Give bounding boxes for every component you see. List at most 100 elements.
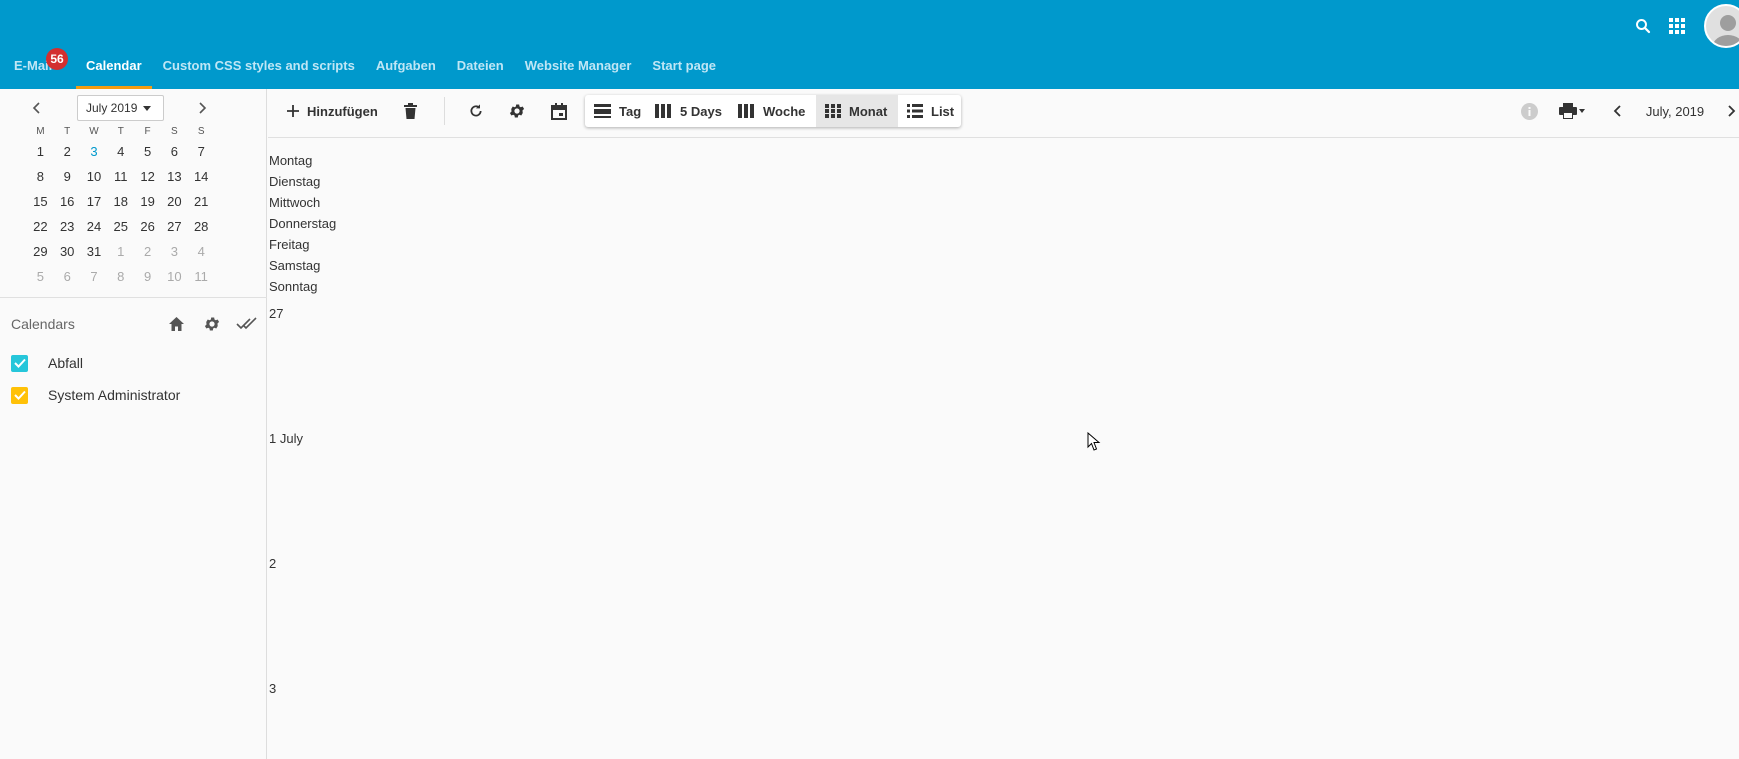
mini-day-other-month[interactable]: 9 (134, 269, 161, 284)
delete-button[interactable] (404, 96, 417, 126)
month-day-number[interactable]: 1 July (269, 431, 303, 446)
mini-day[interactable]: 7 (188, 144, 215, 159)
mini-day[interactable]: 29 (27, 244, 54, 259)
tab-start-page-label: Start page (652, 58, 716, 73)
tab-custom-css[interactable]: Custom CSS styles and scripts (163, 52, 355, 89)
tab-website-manager[interactable]: Website Manager (525, 52, 632, 89)
mini-day[interactable]: 10 (81, 169, 108, 184)
mini-week-row: 15 16 17 18 19 20 21 (27, 189, 215, 214)
home-icon[interactable] (159, 313, 194, 335)
toolbar-right: July, 2019 (1519, 96, 1739, 126)
view-5days-button[interactable]: 5 Days (646, 95, 729, 127)
mini-day-other-month[interactable]: 6 (54, 269, 81, 284)
mini-day[interactable]: 30 (54, 244, 81, 259)
mini-day-other-month[interactable]: 3 (161, 244, 188, 259)
mini-day-other-month[interactable]: 4 (188, 244, 215, 259)
mini-next-month-icon[interactable] (191, 97, 213, 119)
gear-icon[interactable] (194, 313, 229, 335)
mini-day-other-month[interactable]: 11 (188, 269, 215, 284)
month-view-icon (825, 104, 841, 118)
checkbox-checked-icon[interactable] (11, 386, 28, 404)
month-day-number[interactable]: 3 (269, 681, 276, 696)
mini-day[interactable]: 26 (134, 219, 161, 234)
mini-month-select[interactable]: July 2019 (77, 95, 164, 121)
info-icon[interactable] (1519, 96, 1539, 126)
tab-dateien[interactable]: Dateien (457, 52, 504, 89)
view-week-button[interactable]: Woche (729, 95, 816, 127)
view-day-button[interactable]: Tag (585, 95, 646, 127)
sidebar: July 2019 M T W T F S S 1 2 3 4 5 6 7 8 … (0, 89, 267, 759)
weekday-name: Samstag (269, 258, 321, 273)
refresh-button[interactable] (468, 96, 484, 126)
settings-button[interactable] (508, 96, 526, 126)
calendars-heading: Calendars (11, 316, 75, 332)
add-event-button[interactable]: Hinzufügen (287, 96, 378, 126)
mini-day[interactable]: 17 (81, 194, 108, 209)
tab-aufgaben-label: Aufgaben (375, 58, 436, 73)
prev-period-icon[interactable] (1607, 96, 1627, 126)
mini-day[interactable]: 13 (161, 169, 188, 184)
user-avatar[interactable] (1704, 4, 1739, 48)
mini-day[interactable]: 24 (81, 219, 108, 234)
calendar-item-system-administrator[interactable]: System Administrator (11, 384, 180, 406)
month-view: Montag Dienstag Mittwoch Donnerstag Frei… (269, 150, 1739, 297)
mini-prev-month-icon[interactable] (26, 97, 48, 119)
mini-calendar-nav: July 2019 (0, 93, 267, 121)
mini-day-other-month[interactable]: 8 (107, 269, 134, 284)
mini-day[interactable]: 16 (54, 194, 81, 209)
tab-calendar[interactable]: Calendar (76, 52, 152, 89)
day-view-icon (594, 104, 611, 118)
tab-aufgaben[interactable]: Aufgaben (376, 52, 436, 89)
mini-day[interactable]: 19 (134, 194, 161, 209)
next-period-icon[interactable] (1723, 96, 1739, 126)
apps-grid-icon[interactable] (1660, 9, 1694, 43)
mini-day[interactable]: 9 (54, 169, 81, 184)
mini-day-other-month[interactable]: 1 (107, 244, 134, 259)
mini-day[interactable]: 8 (27, 169, 54, 184)
mini-day[interactable]: 28 (188, 219, 215, 234)
mini-day[interactable]: 5 (134, 144, 161, 159)
mini-day[interactable]: 15 (27, 194, 54, 209)
view-month-button[interactable]: Monat (816, 95, 898, 127)
print-button[interactable] (1555, 96, 1591, 126)
mini-day[interactable]: 14 (188, 169, 215, 184)
mini-day[interactable]: 27 (161, 219, 188, 234)
tab-start-page[interactable]: Start page (652, 52, 716, 89)
top-bar: E-Mail 56 Calendar Custom CSS styles and… (0, 0, 1739, 89)
mini-day[interactable]: 23 (54, 219, 81, 234)
tab-email[interactable]: E-Mail 56 (14, 48, 76, 89)
mini-day-other-month[interactable]: 2 (134, 244, 161, 259)
month-day-number[interactable]: 27 (269, 306, 283, 321)
search-icon[interactable] (1626, 9, 1660, 43)
view-switcher: Tag 5 Days Woche Monat List (585, 95, 961, 127)
month-day-number[interactable]: 2 (269, 556, 276, 571)
mini-day[interactable]: 6 (161, 144, 188, 159)
calendar-item-label: System Administrator (48, 387, 181, 403)
view-5days-label: 5 Days (680, 103, 722, 119)
mini-day[interactable]: 21 (188, 194, 215, 209)
mini-day[interactable]: 20 (161, 194, 188, 209)
mini-day-other-month[interactable]: 10 (161, 269, 188, 284)
mini-day-today[interactable]: 3 (81, 144, 108, 159)
mini-day-other-month[interactable]: 5 (27, 269, 54, 284)
view-list-button[interactable]: List (898, 95, 961, 127)
calendar-today-icon (551, 102, 567, 120)
mini-day[interactable]: 4 (107, 144, 134, 159)
mini-day-other-month[interactable]: 7 (81, 269, 108, 284)
mini-day[interactable]: 31 (81, 244, 108, 259)
toolbar-divider (444, 97, 445, 125)
mini-day[interactable]: 25 (107, 219, 134, 234)
mini-day[interactable]: 1 (27, 144, 54, 159)
tab-custom-css-label: Custom CSS styles and scripts (162, 58, 355, 73)
mini-day[interactable]: 2 (54, 144, 81, 159)
header-tools (1626, 0, 1739, 52)
today-button[interactable] (551, 96, 567, 126)
checkbox-checked-icon[interactable] (11, 354, 28, 372)
mini-day[interactable]: 18 (107, 194, 134, 209)
calendar-item-abfall[interactable]: Abfall (11, 352, 83, 374)
mini-day[interactable]: 12 (134, 169, 161, 184)
double-check-icon[interactable] (229, 313, 264, 335)
mini-day[interactable]: 11 (107, 169, 134, 184)
week-view-icon (738, 104, 754, 118)
mini-day[interactable]: 22 (27, 219, 54, 234)
